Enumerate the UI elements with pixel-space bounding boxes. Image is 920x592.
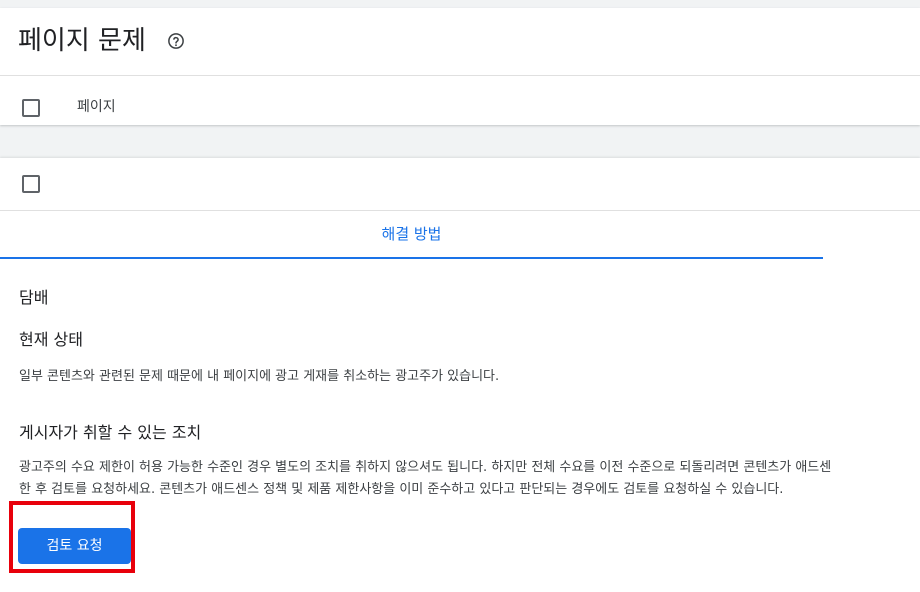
card-header: 페이지 문제: [0, 8, 920, 76]
page-title: 페이지 문제: [18, 26, 146, 56]
table-row: [0, 158, 920, 211]
request-review-button[interactable]: 검토 요청: [18, 528, 131, 564]
actions-description-line-1: 광고주의 수요 제한이 허용 가능한 수준인 경우 별도의 조치를 취하지 않으…: [19, 460, 832, 475]
actions-heading: 게시자가 취할 수 있는 조치: [19, 423, 202, 442]
tab-how-to-fix[interactable]: 해결 방법: [0, 211, 823, 257]
select-all-checkbox[interactable]: [22, 99, 40, 117]
issue-category: 담배: [19, 288, 49, 307]
status-heading: 현재 상태: [19, 330, 83, 349]
page-issues-card: 페이지 문제 페이지: [0, 8, 920, 125]
active-tab-indicator: [0, 257, 823, 259]
table-header-row: 페이지: [0, 76, 920, 125]
tab-bar: 해결 방법: [0, 211, 920, 259]
help-circle-icon[interactable]: [167, 32, 185, 50]
column-header-page: 페이지: [77, 99, 116, 115]
issue-detail-card: 해결 방법 담배 현재 상태 일부 콘텐츠와 관련된 문제 때문에 내 페이지에…: [0, 158, 920, 592]
status-description: 일부 콘텐츠와 관련된 문제 때문에 내 페이지에 광고 게재를 취소하는 광고…: [19, 369, 500, 384]
row-checkbox[interactable]: [22, 175, 40, 193]
actions-description-line-2: 한 후 검토를 요청하세요. 콘텐츠가 애드센스 정책 및 제품 제한사항을 이…: [19, 482, 784, 497]
